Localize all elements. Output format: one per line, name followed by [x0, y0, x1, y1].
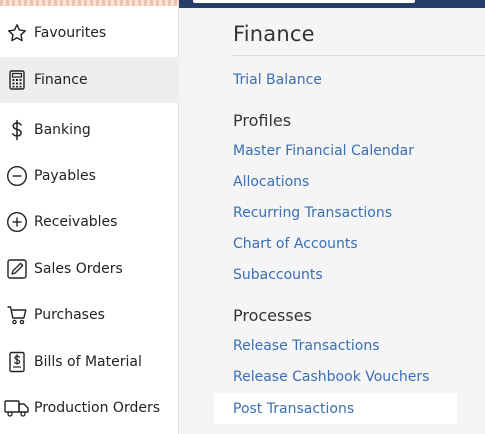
sidebar-item-label: Sales Orders: [34, 261, 123, 277]
sidebar-item-production-orders[interactable]: Production Orders: [0, 385, 178, 431]
sidebar: Favourites Finance Banking Payables Rece…: [0, 0, 179, 434]
edit-icon: [0, 258, 34, 280]
sidebar-item-label: Banking: [34, 122, 91, 138]
calculator-icon: [0, 70, 34, 90]
sidebar-item-payables[interactable]: Payables: [0, 153, 178, 199]
sidebar-item-receivables[interactable]: Receivables: [0, 199, 178, 245]
section-title-processes: Processes: [233, 306, 312, 325]
sidebar-item-label: Receivables: [34, 214, 118, 230]
sidebar-item-banking[interactable]: Banking: [0, 107, 178, 153]
link-trial-balance[interactable]: Trial Balance: [233, 72, 322, 88]
sidebar-item-bills-of-material[interactable]: Bills of Material: [0, 339, 178, 385]
page-title: Finance: [233, 22, 315, 46]
sidebar-item-finance[interactable]: Finance: [0, 57, 179, 103]
sidebar-item-favourites[interactable]: Favourites: [0, 10, 178, 56]
link-release-cashbook-vouchers[interactable]: Release Cashbook Vouchers: [233, 369, 429, 385]
plus-circle-icon: [0, 211, 34, 233]
sidebar-item-sales-orders[interactable]: Sales Orders: [0, 246, 178, 292]
cart-icon: [0, 304, 34, 326]
star-icon: [0, 23, 34, 43]
document-dollar-icon: [0, 351, 34, 373]
sidebar-top-strip: [0, 0, 178, 6]
sidebar-item-label: Finance: [34, 72, 88, 88]
sidebar-item-label: Payables: [34, 168, 96, 184]
truck-icon: [0, 398, 34, 418]
minus-circle-icon: [0, 165, 34, 187]
link-release-transactions[interactable]: Release Transactions: [233, 338, 380, 354]
sidebar-item-purchases[interactable]: Purchases: [0, 292, 178, 338]
link-subaccounts[interactable]: Subaccounts: [233, 267, 323, 283]
link-chart-of-accounts[interactable]: Chart of Accounts: [233, 236, 358, 252]
section-title-profiles: Profiles: [233, 111, 292, 130]
sidebar-item-label: Production Orders: [34, 400, 161, 416]
title-divider: [233, 55, 485, 56]
link-post-transactions[interactable]: Post Transactions: [233, 401, 354, 417]
link-allocations[interactable]: Allocations: [233, 174, 309, 190]
sidebar-item-label: Bills of Material: [34, 354, 142, 370]
link-master-financial-calendar[interactable]: Master Financial Calendar: [233, 143, 414, 159]
search-input[interactable]: [193, 0, 415, 3]
sidebar-item-label: Purchases: [34, 307, 105, 323]
dollar-icon: [0, 119, 34, 141]
link-recurring-transactions[interactable]: Recurring Transactions: [233, 205, 392, 221]
sidebar-item-label: Favourites: [34, 25, 107, 41]
